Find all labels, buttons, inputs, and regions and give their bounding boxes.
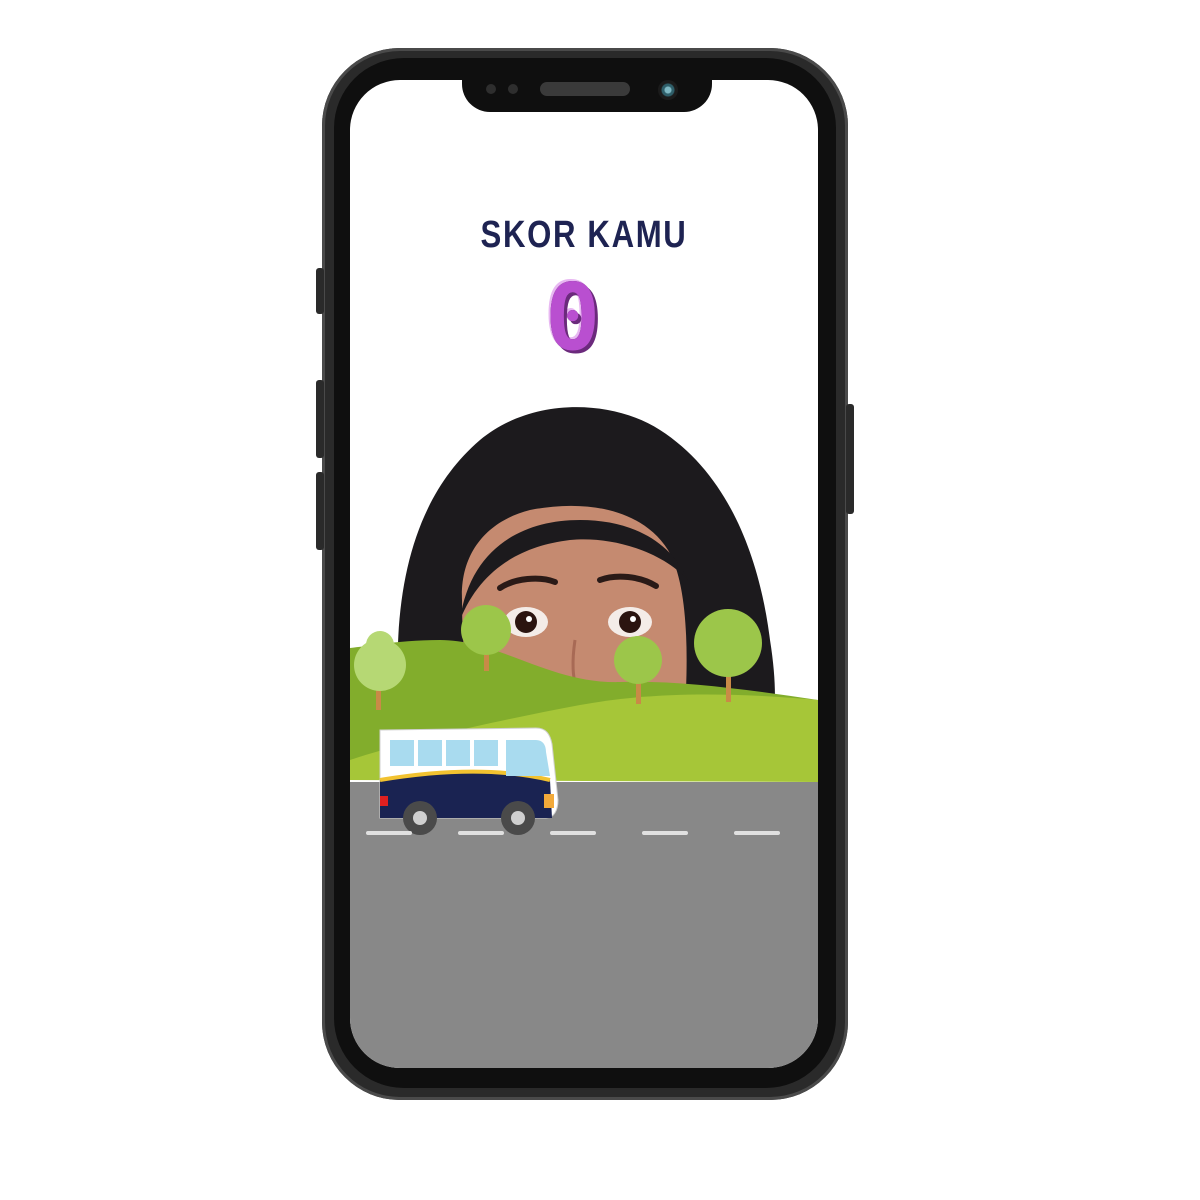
lane-dash xyxy=(458,831,504,835)
score-value: 0 xyxy=(545,264,601,371)
sensor-dot xyxy=(508,84,518,94)
front-camera-icon xyxy=(658,80,678,100)
lane-dash xyxy=(550,831,596,835)
lane-dash xyxy=(734,831,780,835)
lane-dash xyxy=(366,831,412,835)
lane-dash xyxy=(642,831,688,835)
speaker-grille xyxy=(540,82,630,96)
volume-up-button xyxy=(316,380,324,458)
score-label: SKOR KAMU xyxy=(480,214,688,256)
silent-switch xyxy=(316,268,324,314)
power-button xyxy=(846,404,854,514)
sensor-dot xyxy=(486,84,496,94)
volume-down-button xyxy=(316,472,324,550)
